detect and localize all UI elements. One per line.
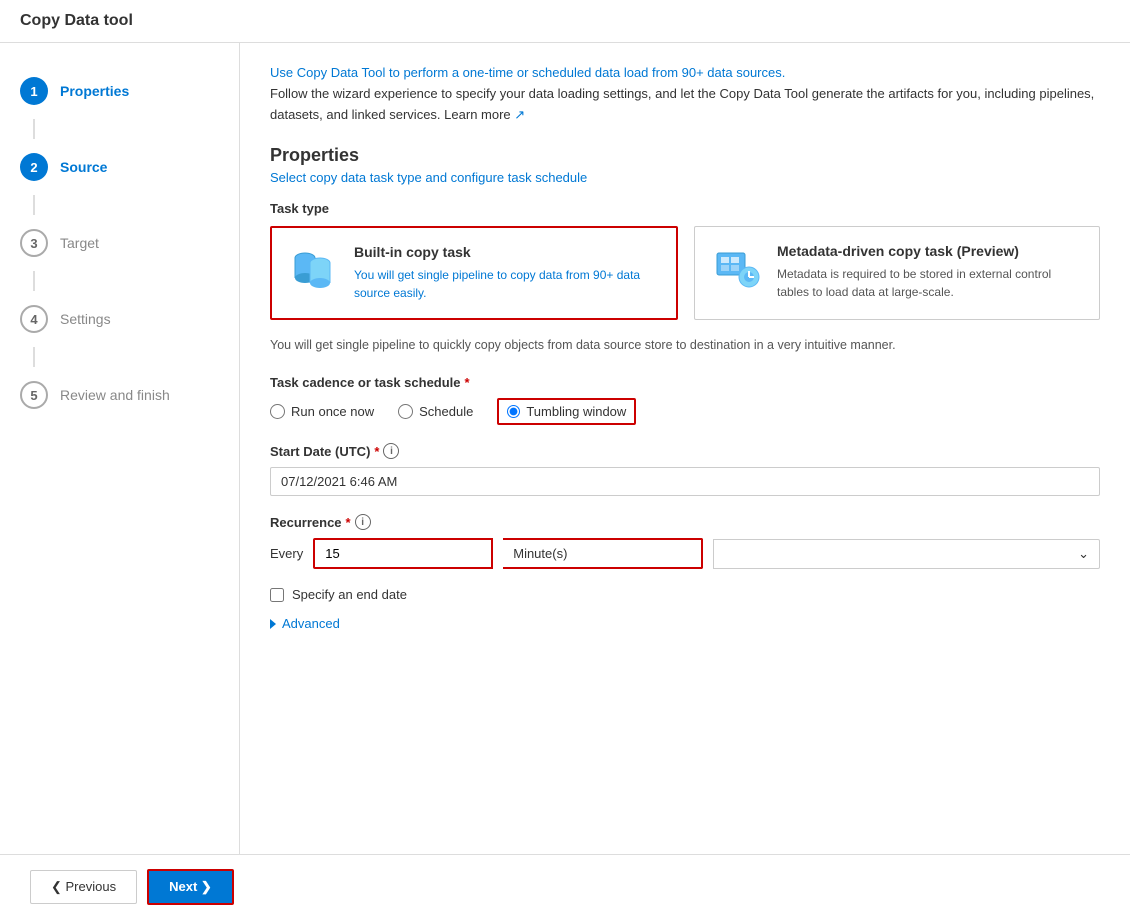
- metadata-card-text: Metadata-driven copy task (Preview) Meta…: [777, 243, 1083, 301]
- sidebar-item-review[interactable]: 5 Review and finish: [0, 367, 239, 423]
- radio-group: Run once now Schedule Tumbling window: [270, 398, 1100, 425]
- recurrence-group: Recurrence * i Every ⌄: [270, 514, 1100, 569]
- recurrence-row: Every ⌄: [270, 538, 1100, 569]
- step-connector-4-5: [33, 347, 35, 367]
- chevron-right-icon: [270, 619, 276, 629]
- info-line1: Use Copy Data Tool to perform a one-time…: [270, 63, 1100, 84]
- start-date-info-icon[interactable]: i: [383, 443, 399, 459]
- step-connector-2-3: [33, 195, 35, 215]
- recurrence-required: *: [346, 515, 351, 530]
- step-label-target: Target: [60, 235, 99, 251]
- required-marker: *: [465, 375, 470, 390]
- radio-schedule[interactable]: Schedule: [398, 404, 473, 419]
- app-header: Copy Data tool: [0, 0, 1130, 43]
- step-connector-3-4: [33, 271, 35, 291]
- specify-end-date-checkbox[interactable]: [270, 588, 284, 602]
- step-circle-4: 4: [20, 305, 48, 333]
- next-button[interactable]: Next ❯: [147, 869, 234, 905]
- radio-run-once-label: Run once now: [291, 404, 374, 419]
- learn-more-link[interactable]: Learn more ↗: [444, 107, 525, 122]
- step-connector-1-2: [33, 119, 35, 139]
- section-subtitle: Select copy data task type and configure…: [270, 170, 1100, 185]
- builtin-icon: [288, 244, 340, 296]
- task-cadence-label: Task cadence or task schedule *: [270, 375, 1100, 390]
- task-cards: Built-in copy task You will get single p…: [270, 226, 1100, 320]
- info-banner: Use Copy Data Tool to perform a one-time…: [270, 63, 1100, 125]
- step-circle-2: 2: [20, 153, 48, 181]
- app-title: Copy Data tool: [20, 12, 133, 29]
- radio-tumbling-input[interactable]: [507, 405, 520, 418]
- recurrence-info-icon[interactable]: i: [355, 514, 371, 530]
- pipeline-note: You will get single pipeline to quickly …: [270, 336, 1100, 355]
- task-card-metadata[interactable]: Metadata-driven copy task (Preview) Meta…: [694, 226, 1100, 320]
- every-label: Every: [270, 546, 303, 561]
- metadata-icon: [711, 243, 763, 295]
- radio-tumbling[interactable]: Tumbling window: [497, 398, 636, 425]
- builtin-card-desc: You will get single pipeline to copy dat…: [354, 266, 660, 302]
- sidebar-item-properties[interactable]: 1 Properties: [0, 63, 239, 119]
- radio-tumbling-label: Tumbling window: [526, 404, 626, 419]
- start-date-required: *: [374, 444, 379, 459]
- previous-button[interactable]: ❮ Previous: [30, 870, 137, 904]
- dropdown-chevron-icon: ⌄: [1078, 546, 1089, 562]
- sidebar-item-source[interactable]: 2 Source: [0, 139, 239, 195]
- builtin-card-title: Built-in copy task: [354, 244, 660, 260]
- main-content: Use Copy Data Tool to perform a one-time…: [240, 43, 1130, 854]
- recurrence-number-input[interactable]: [313, 538, 493, 569]
- step-label-source: Source: [60, 159, 107, 175]
- task-cadence-group: Task cadence or task schedule * Run once…: [270, 375, 1100, 425]
- section-title: Properties: [270, 145, 1100, 166]
- radio-schedule-label: Schedule: [419, 404, 473, 419]
- recurrence-label: Recurrence * i: [270, 514, 1100, 530]
- footer: ❮ Previous Next ❯: [0, 854, 1130, 919]
- radio-run-once[interactable]: Run once now: [270, 404, 374, 419]
- step-label-properties: Properties: [60, 83, 129, 99]
- task-type-label: Task type: [270, 201, 1100, 216]
- step-label-review: Review and finish: [60, 387, 170, 403]
- advanced-row[interactable]: Advanced: [270, 616, 1100, 631]
- builtin-card-text: Built-in copy task You will get single p…: [354, 244, 660, 302]
- step-label-settings: Settings: [60, 311, 111, 327]
- start-date-label: Start Date (UTC) * i: [270, 443, 1100, 459]
- sidebar: 1 Properties 2 Source 3 Target 4 Setting…: [0, 43, 240, 854]
- task-card-builtin[interactable]: Built-in copy task You will get single p…: [270, 226, 678, 320]
- start-date-group: Start Date (UTC) * i: [270, 443, 1100, 496]
- sidebar-item-settings[interactable]: 4 Settings: [0, 291, 239, 347]
- recurrence-dropdown-rest[interactable]: ⌄: [713, 539, 1100, 569]
- advanced-label: Advanced: [282, 616, 340, 631]
- step-circle-5: 5: [20, 381, 48, 409]
- start-date-input[interactable]: [270, 467, 1100, 496]
- radio-schedule-input[interactable]: [398, 404, 413, 419]
- radio-run-once-input[interactable]: [270, 404, 285, 419]
- info-line2: Follow the wizard experience to specify …: [270, 84, 1100, 126]
- metadata-card-desc: Metadata is required to be stored in ext…: [777, 265, 1083, 301]
- recurrence-unit-input[interactable]: [503, 538, 703, 569]
- specify-end-date-row: Specify an end date: [270, 587, 1100, 602]
- sidebar-item-target[interactable]: 3 Target: [0, 215, 239, 271]
- step-circle-1: 1: [20, 77, 48, 105]
- specify-end-date-label[interactable]: Specify an end date: [292, 587, 407, 602]
- metadata-card-title: Metadata-driven copy task (Preview): [777, 243, 1083, 259]
- step-circle-3: 3: [20, 229, 48, 257]
